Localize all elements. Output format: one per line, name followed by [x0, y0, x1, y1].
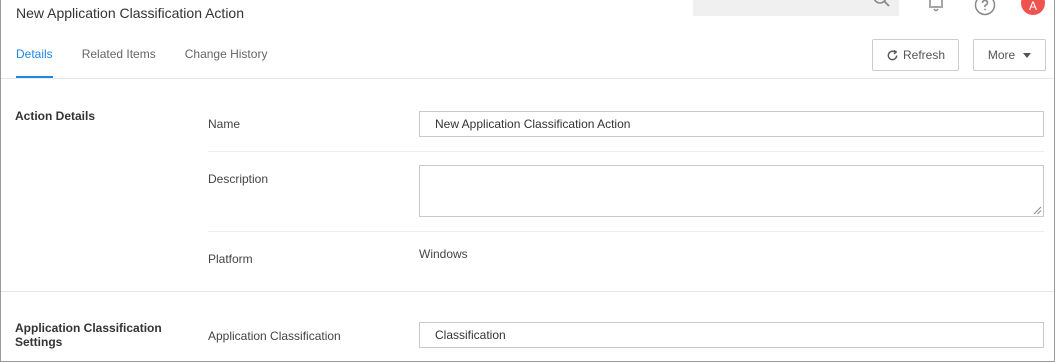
tab-details[interactable]: Details — [16, 38, 53, 78]
page-title: New Application Classification Action — [16, 5, 245, 21]
search-icon[interactable] — [873, 0, 891, 10]
classification-label: Application Classification — [208, 329, 341, 343]
bell-icon[interactable] — [926, 0, 946, 14]
app-frame: New Application Classification Action A … — [0, 0, 1055, 362]
section-title-classification-settings: Application Classification Settings — [15, 321, 162, 349]
more-button[interactable]: More — [973, 39, 1046, 71]
platform-value: Windows — [419, 247, 468, 261]
refresh-button[interactable]: Refresh — [872, 39, 959, 71]
tab-related-items[interactable]: Related Items — [82, 38, 156, 78]
row-divider — [208, 231, 1044, 232]
section-title-action-details: Action Details — [15, 109, 96, 123]
refresh-icon — [887, 49, 898, 60]
row-divider — [208, 151, 1044, 152]
chevron-down-icon — [1023, 52, 1032, 58]
section-divider — [1, 291, 1054, 292]
more-button-label: More — [987, 48, 1016, 62]
tab-bar: Details Related Items Change History — [1, 38, 296, 78]
name-label: Name — [208, 117, 241, 131]
tabs-divider — [1, 78, 1054, 79]
refresh-button-label: Refresh — [902, 48, 946, 62]
platform-label: Platform — [208, 252, 253, 266]
tab-change-history[interactable]: Change History — [185, 38, 268, 78]
classification-field[interactable]: Classification — [419, 322, 1044, 348]
search-input[interactable] — [693, 0, 899, 16]
resize-handle-icon[interactable] — [1033, 206, 1042, 215]
description-label: Description — [208, 172, 269, 186]
name-field[interactable]: New Application Classification Action — [419, 111, 1044, 137]
help-icon[interactable] — [974, 0, 996, 16]
description-field[interactable] — [419, 165, 1044, 217]
avatar[interactable]: A — [1021, 0, 1045, 15]
